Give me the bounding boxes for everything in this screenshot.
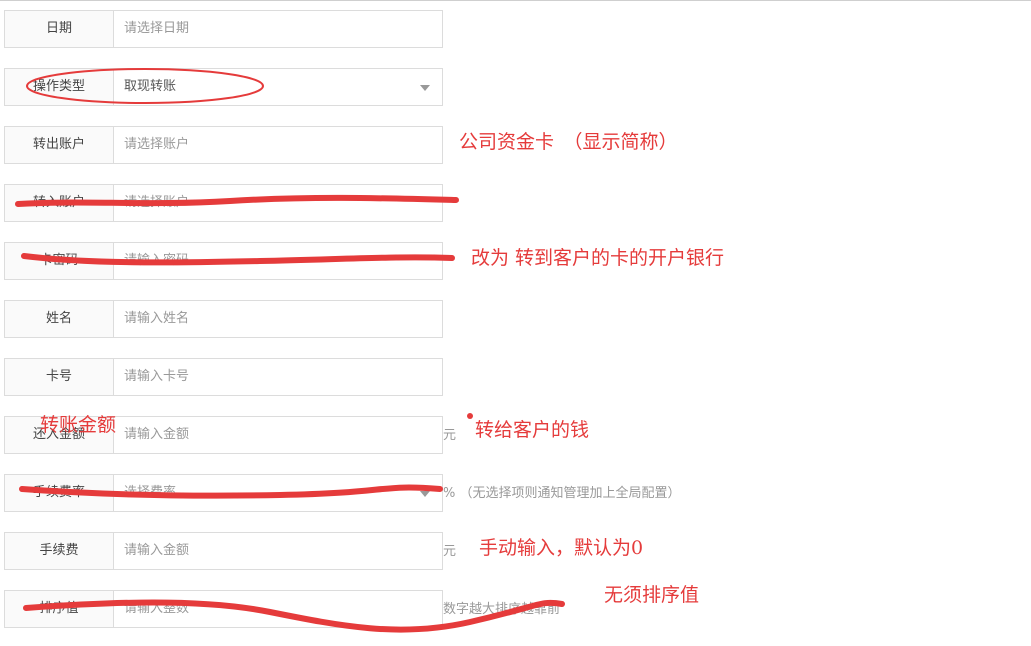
form-row-transfer-in: 转入账户 请选择账户	[4, 184, 443, 222]
annotation-amount-label: 转账金额	[40, 414, 117, 436]
sort-input[interactable]: 请输入整数	[113, 590, 443, 628]
name-input[interactable]: 请输入姓名	[113, 300, 443, 338]
form-row-date: 日期 请选择日期	[4, 10, 443, 48]
fee-rate-select[interactable]: 选择费率	[113, 474, 443, 512]
fee-unit: 元	[443, 544, 457, 559]
chevron-down-icon	[420, 85, 430, 91]
operation-type-label: 操作类型	[4, 68, 114, 106]
form-row-card-number: 卡号 请输入卡号	[4, 358, 443, 396]
annotation-fee-note: 手动输入，默认为0	[479, 537, 644, 559]
annotation-transfer-out: 公司资金卡 （显示简称）	[459, 131, 678, 153]
card-password-label: 卡密码	[4, 242, 114, 280]
form-row-operation-type: 操作类型 取现转账	[4, 68, 443, 106]
annotation-dot	[467, 413, 473, 419]
form-row-sort: 排序值 请输入整数	[4, 590, 443, 628]
annotation-amount-note: 转给客户的钱	[475, 419, 590, 441]
fee-input[interactable]: 请输入金额	[113, 532, 443, 570]
sort-hint: 数字越大排序越靠前	[443, 602, 561, 617]
amount-unit: 元	[443, 428, 457, 443]
form-row-card-password: 卡密码 请输入密码	[4, 242, 443, 280]
date-input[interactable]: 请选择日期	[113, 10, 443, 48]
annotation-card-password: 改为 转到客户的卡的开户银行	[471, 247, 725, 269]
form-row-fee: 手续费 请输入金额	[4, 532, 443, 570]
top-divider	[0, 0, 1031, 1]
annotation-sort-note: 无须排序值	[604, 584, 700, 606]
form-row-transfer-out: 转出账户 请选择账户	[4, 126, 443, 164]
card-number-input[interactable]: 请输入卡号	[113, 358, 443, 396]
card-password-input[interactable]: 请输入密码	[113, 242, 443, 280]
fee-rate-placeholder: 选择费率	[124, 485, 177, 500]
operation-type-select[interactable]: 取现转账	[113, 68, 443, 106]
chevron-down-icon	[420, 491, 430, 497]
sort-label: 排序值	[4, 590, 114, 628]
transfer-in-select[interactable]: 请选择账户	[113, 184, 443, 222]
fee-rate-label: 手续费率	[4, 474, 114, 512]
form-row-name: 姓名 请输入姓名	[4, 300, 443, 338]
transfer-out-select[interactable]: 请选择账户	[113, 126, 443, 164]
transfer-out-label: 转出账户	[4, 126, 114, 164]
fee-label: 手续费	[4, 532, 114, 570]
operation-type-value: 取现转账	[124, 79, 177, 94]
amount-input[interactable]: 请输入金额	[113, 416, 443, 454]
transfer-in-label: 转入账户	[4, 184, 114, 222]
name-label: 姓名	[4, 300, 114, 338]
card-number-label: 卡号	[4, 358, 114, 396]
fee-rate-hint: % （无选择项则通知管理加上全局配置）	[443, 486, 681, 501]
form-row-fee-rate: 手续费率 选择费率	[4, 474, 443, 512]
date-label: 日期	[4, 10, 114, 48]
